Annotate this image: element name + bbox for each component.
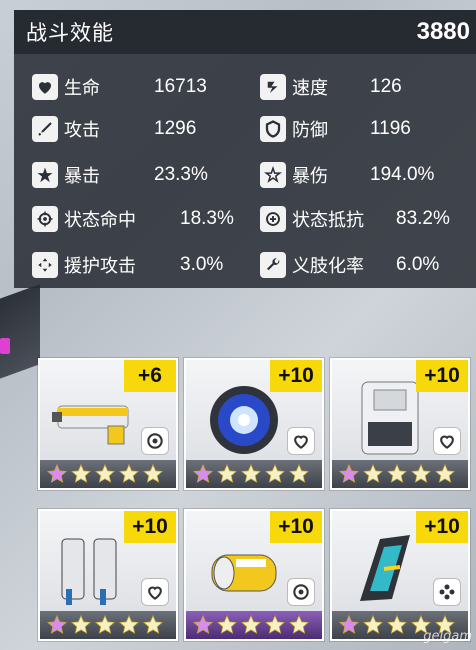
star-rating <box>186 611 322 639</box>
combat-stats-panel: 战斗效能 3880 生命 16713 速度 126 攻击 1296 防御 119… <box>14 10 476 288</box>
stat-value: 83.2% <box>396 208 450 229</box>
star-icon <box>338 463 360 483</box>
stat-label: 援护攻击 <box>64 256 136 277</box>
stats-title: 战斗效能 <box>26 21 114 45</box>
star-icon <box>142 463 164 483</box>
sword-icon <box>32 116 58 142</box>
star-rating <box>40 460 176 488</box>
support-arrows-icon <box>32 252 58 278</box>
stat-speed: 速度 126 <box>260 70 470 104</box>
star-icon <box>142 614 164 634</box>
stat-crit-rate: 暴击 23.3% <box>32 158 252 192</box>
heart-icon <box>32 74 58 100</box>
star-icon <box>362 614 384 634</box>
star-icon <box>288 614 310 634</box>
stat-effect-resist: 状态抵抗 83.2% <box>260 202 470 236</box>
stat-value: 1296 <box>154 118 197 139</box>
stat-value: 3.0% <box>180 254 224 275</box>
background-accent <box>0 338 10 354</box>
resist-icon <box>260 206 286 232</box>
crit-damage-icon <box>260 162 286 188</box>
stats-header: 战斗效能 3880 <box>14 10 476 54</box>
star-icon <box>434 463 456 483</box>
stat-value: 16713 <box>154 76 207 97</box>
watermark: gelgam <box>423 629 472 644</box>
stat-value: 18.3% <box>180 208 234 229</box>
enhance-level-badge: +10 <box>124 511 176 543</box>
star-icon <box>338 614 360 634</box>
stat-value: 6.0% <box>396 254 440 275</box>
stat-attack: 攻击 1296 <box>32 112 252 146</box>
gear-set-icon <box>142 428 168 454</box>
star-rating <box>40 611 176 639</box>
star-icon <box>216 614 238 634</box>
star-icon <box>264 463 286 483</box>
star-icon <box>386 614 408 634</box>
stat-hp: 生命 16713 <box>32 70 252 104</box>
star-icon <box>240 614 262 634</box>
stat-label: 暴伤 <box>292 166 328 187</box>
stat-prosthetic-rate: 义肢化率 6.0% <box>260 248 470 282</box>
stat-value: 194.0% <box>370 164 435 185</box>
stat-label: 生命 <box>64 78 100 99</box>
wrench-icon <box>260 252 286 278</box>
stat-value: 23.3% <box>154 164 208 185</box>
shield-icon <box>260 116 286 142</box>
stat-support-attack: 援护攻击 3.0% <box>32 248 262 282</box>
star-icon <box>386 463 408 483</box>
equipment-card[interactable]: +10 <box>330 509 470 641</box>
enhance-level-badge: +10 <box>416 511 468 543</box>
background-weapon-shape <box>0 284 40 386</box>
star-icon <box>410 463 432 483</box>
enhance-level-badge: +10 <box>270 511 322 543</box>
equipment-card[interactable]: +10 <box>38 509 178 641</box>
equipment-card[interactable]: +10 <box>184 358 324 490</box>
equipment-card[interactable]: +10 <box>330 358 470 490</box>
stat-effect-hit: 状态命中 18.3% <box>32 202 262 236</box>
stat-label: 暴击 <box>64 166 100 187</box>
star-icon <box>192 614 214 634</box>
star-icon <box>240 463 262 483</box>
star-icon <box>70 463 92 483</box>
heart-outline-icon <box>434 428 460 454</box>
star-icon <box>288 463 310 483</box>
star-icon <box>46 463 68 483</box>
star-rating <box>186 460 322 488</box>
star-icon <box>192 463 214 483</box>
stat-label: 状态抵抗 <box>292 210 364 231</box>
star-icon <box>118 614 140 634</box>
crit-star-icon <box>32 162 58 188</box>
star-icon <box>70 614 92 634</box>
stat-label: 攻击 <box>64 120 100 141</box>
equipment-card[interactable]: +10 <box>184 509 324 641</box>
enhance-level-badge: +10 <box>416 360 468 392</box>
stat-label: 速度 <box>292 78 328 99</box>
stat-label: 状态命中 <box>64 210 136 231</box>
star-icon <box>94 463 116 483</box>
enhance-level-badge: +6 <box>124 360 176 392</box>
star-icon <box>216 463 238 483</box>
heart-outline-icon <box>142 579 168 605</box>
star-icon <box>118 463 140 483</box>
stat-value: 1196 <box>370 118 411 139</box>
enhance-level-badge: +10 <box>270 360 322 392</box>
equipment-card[interactable]: +6 <box>38 358 178 490</box>
stat-value: 126 <box>370 76 402 97</box>
star-icon <box>264 614 286 634</box>
stat-label: 防御 <box>292 120 328 141</box>
star-icon <box>362 463 384 483</box>
gear-set-icon <box>288 579 314 605</box>
speed-icon <box>260 74 286 100</box>
stat-label: 义肢化率 <box>292 256 364 277</box>
stat-crit-damage: 暴伤 194.0% <box>260 158 470 192</box>
combat-power-value: 3880 <box>416 18 470 45</box>
heart-outline-icon <box>288 428 314 454</box>
star-rating <box>332 460 468 488</box>
flower-set-icon <box>434 579 460 605</box>
star-icon <box>94 614 116 634</box>
stat-defense: 防御 1196 <box>260 112 470 146</box>
star-icon <box>46 614 68 634</box>
crosshair-icon <box>32 206 58 232</box>
